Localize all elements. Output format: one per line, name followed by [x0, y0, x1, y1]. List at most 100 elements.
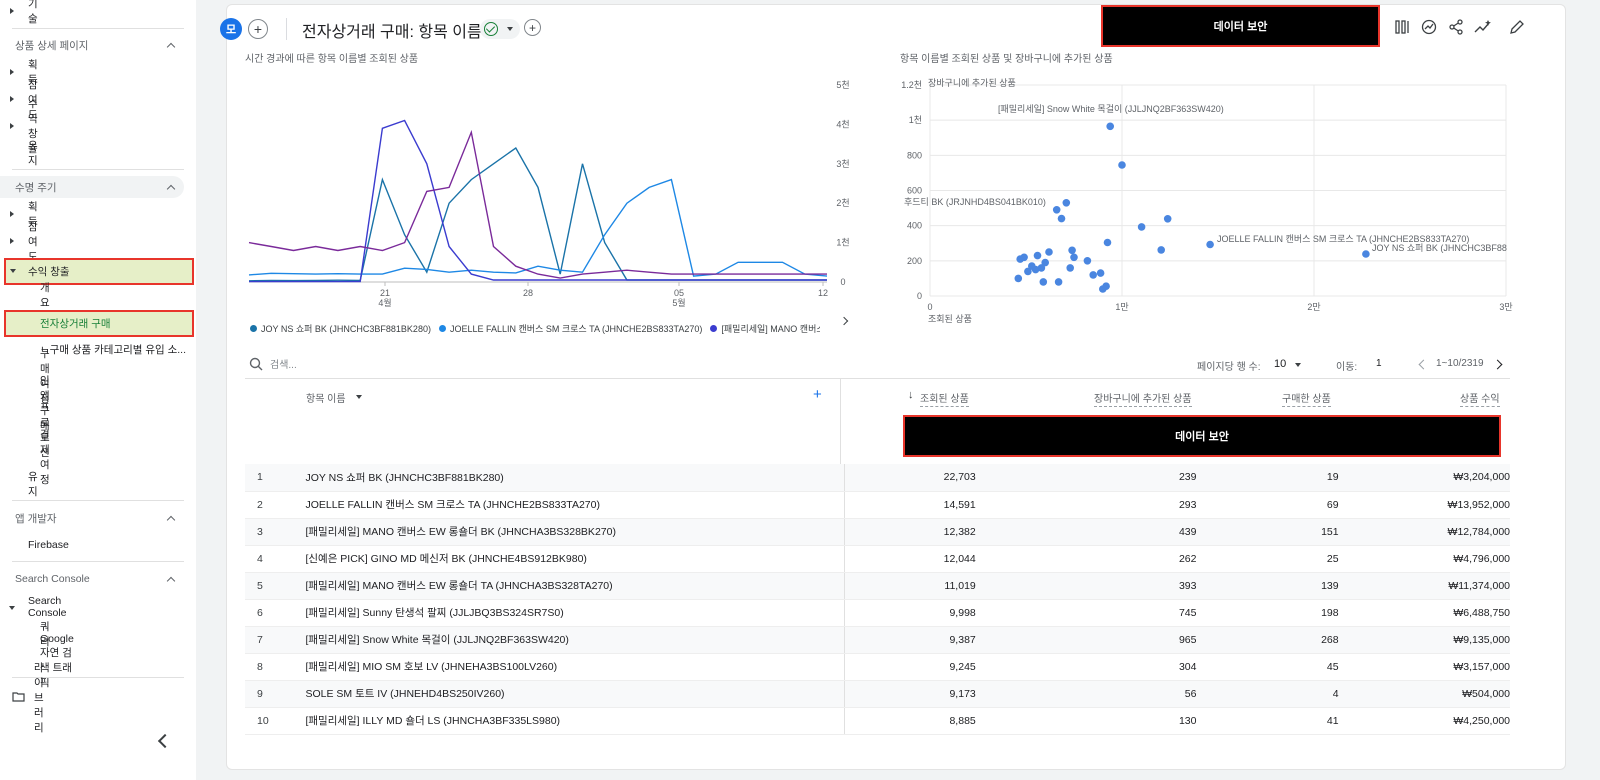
- section-lifecycle[interactable]: 수명 주기: [0, 176, 184, 198]
- x-tick-label: 2만: [1307, 302, 1320, 312]
- legend-dot: [250, 325, 257, 332]
- row-number: 2: [245, 491, 306, 519]
- row-item-name: JOY NS 쇼퍼 BK (JHNCHC3BF881BK280): [305, 464, 846, 492]
- scatter-point: [1106, 122, 1114, 131]
- expand-icon: [10, 69, 14, 75]
- row-purchased: 139: [1196, 572, 1339, 600]
- col-header-item-name[interactable]: 항목 이름: [306, 390, 346, 405]
- add-filter-icon[interactable]: +: [524, 19, 541, 36]
- table-row[interactable]: 4 [신예은 PICK] GINO MD 메신저 BK (JHNCHE4BS912…: [245, 545, 1510, 573]
- line-chart[interactable]: 0 1천 2천 3천 4천 5천 214월 28 055월 12: [245, 70, 865, 315]
- rows-per-page-select[interactable]: 10: [1274, 358, 1286, 370]
- row-number: 4: [245, 545, 306, 573]
- table-row[interactable]: 7 [패밀리세일] Snow White 목걸이 (JJLJNQ2BF363SW4…: [245, 626, 1510, 654]
- scatter-chart[interactable]: 0 200 400 600 800 1천 1.2천 0 1만 2만 3만 장바구니에 추가된 상품조회…: [890, 70, 1520, 335]
- row-revenue: ₩3,157,000: [1338, 653, 1510, 681]
- section-search-console[interactable]: Search Console: [0, 568, 196, 590]
- legend-dot: [438, 325, 446, 332]
- row-cart: 130: [975, 707, 1197, 735]
- page-range: 1~10/2319: [1436, 358, 1484, 369]
- y-tick-label: 1.2천: [901, 80, 922, 90]
- row-revenue: ₩504,000: [1338, 680, 1510, 708]
- edit-icon[interactable]: [1508, 18, 1526, 36]
- divider: [245, 378, 1510, 379]
- x-tick-label: 4월: [378, 297, 391, 308]
- scatter-point: [1052, 206, 1061, 214]
- table-row[interactable]: 8 [패밀리세일] MIO SM 호보 LV (JHNEHA3BS100LV260…: [245, 653, 1510, 681]
- scatter-point: [1137, 223, 1146, 231]
- table-row[interactable]: 6 [패밀리세일] Sunny 탄생석 팔찌 (JJLJBQ3BS324SR7S0…: [245, 599, 1510, 627]
- folder-icon: [12, 692, 25, 702]
- add-dimension-icon[interactable]: +: [813, 386, 822, 403]
- table-row[interactable]: 2 JOELLE FALLIN 캔버스 SM 크로스 TA (JHNCHE2BS8…: [245, 491, 1510, 519]
- check-circle-icon: [484, 22, 498, 36]
- sort-desc-icon: ↓: [908, 389, 914, 401]
- scatter-point: [1103, 238, 1112, 247]
- scatter-point: [1016, 255, 1024, 263]
- y-axis-label: 장바구니에 추가된 상품: [928, 77, 1016, 88]
- row-item-name: [패밀리세일] Sunny 탄생석 팔찌 (JJLJBQ3BS324SR7S0): [305, 599, 846, 627]
- add-comparison-icon[interactable]: +: [248, 19, 268, 39]
- caret-down-icon: [507, 27, 513, 31]
- y-tick-label: 200: [907, 256, 922, 266]
- x-tick-label: 21: [380, 288, 390, 298]
- row-views: 14,591: [844, 491, 976, 519]
- row-cart: 304: [975, 653, 1197, 681]
- row-purchased: 268: [1196, 626, 1339, 654]
- row-number: 7: [245, 626, 306, 654]
- legend-item[interactable]: JOELLE FALLIN 캔버스 SM 크로스 TA (JHNCHE2BS83…: [438, 322, 702, 335]
- scatter-point: [1070, 253, 1078, 262]
- col-header-purchased[interactable]: 구매한 상품: [1282, 390, 1331, 407]
- row-purchased: 151: [1196, 518, 1339, 546]
- row-cart: 56: [975, 680, 1197, 708]
- goto-label: 이동:: [1336, 362, 1358, 373]
- row-revenue: ₩13,952,000: [1338, 491, 1510, 519]
- scatter-point: [1054, 278, 1063, 286]
- customize-report-icon[interactable]: [1394, 18, 1412, 36]
- scatter-point: [1066, 264, 1074, 272]
- comparison-badge[interactable]: 모: [220, 18, 242, 40]
- point-label: 후드티 BK (JRJNHD4BS041BK010): [904, 197, 1046, 207]
- row-revenue: ₩11,374,000: [1338, 572, 1510, 600]
- row-item-name: SOLE SM 토트 IV (JHNEHD4BS250IV260): [305, 680, 846, 708]
- table-row[interactable]: 10 [패밀리세일] ILLY MD 숄더 LS (JHNCHA3BF335LS9…: [245, 707, 1510, 735]
- goto-input[interactable]: 1: [1376, 358, 1382, 369]
- row-item-name: [패밀리세일] Snow White 목걸이 (JJLJNQ2BF363SW42…: [305, 626, 846, 654]
- share-icon[interactable]: [1447, 18, 1465, 36]
- row-cart: 262: [975, 545, 1197, 573]
- collapse-sidebar-icon[interactable]: [157, 733, 173, 749]
- legend-item[interactable]: JOY NS 쇼퍼 BK (JHNCHC3BF881BK280): [250, 322, 431, 335]
- col-header-views[interactable]: 조회된 상품: [920, 390, 969, 407]
- table-row[interactable]: 5 [패밀리세일] MANO 캔버스 EW 롱숄더 TA (JHNCHA3BS32…: [245, 572, 1510, 600]
- scatter-point: [1118, 161, 1126, 169]
- col-header-cart[interactable]: 장바구니에 추가된 상품: [1094, 390, 1192, 407]
- redacted-block: 데이터 보안: [903, 415, 1501, 457]
- table-row[interactable]: 1 JOY NS 쇼퍼 BK (JHNCHC3BF881BK280) 22,703 2…: [245, 464, 1510, 492]
- expand-icon: [10, 123, 14, 129]
- point-label: JOY NS 쇼퍼 BK (JHNCHC3BF88: [1372, 243, 1507, 253]
- status-badge[interactable]: [480, 19, 520, 39]
- row-cart: 745: [975, 599, 1197, 627]
- row-cart: 293: [975, 491, 1197, 519]
- row-revenue: ₩12,784,000: [1338, 518, 1510, 546]
- table-row[interactable]: 9 SOLE SM 토트 IV (JHNEHD4BS250IV260) 9,173 5…: [245, 680, 1510, 708]
- section-product-detail[interactable]: 상품 상세 페이지: [0, 34, 196, 56]
- compare-icon[interactable]: [1420, 18, 1438, 36]
- section-app-dev[interactable]: 앱 개발자: [0, 507, 196, 529]
- y-tick-label: 0: [840, 277, 845, 287]
- expand-icon: [10, 8, 14, 14]
- scatter-point: [1062, 199, 1071, 207]
- divider: [12, 28, 184, 29]
- row-number: 10: [245, 707, 306, 735]
- scatter-point: [1068, 246, 1076, 255]
- insights-icon[interactable]: [1474, 18, 1492, 36]
- x-tick-label: 05: [674, 288, 684, 298]
- row-number: 1: [245, 464, 306, 492]
- row-revenue: ₩4,796,000: [1338, 545, 1510, 573]
- col-header-revenue[interactable]: 상품 수익: [1460, 390, 1500, 407]
- table-row[interactable]: 3 [패밀리세일] MANO 캔버스 EW 롱숄더 BK (JHNCHA3BS32…: [245, 518, 1510, 546]
- search-input[interactable]: 검색...: [270, 356, 297, 371]
- divider: [840, 379, 841, 464]
- x-tick-label: 0: [927, 302, 932, 312]
- legend-item[interactable]: [패밀리세일] MANO 캔버스 EW: [710, 322, 820, 335]
